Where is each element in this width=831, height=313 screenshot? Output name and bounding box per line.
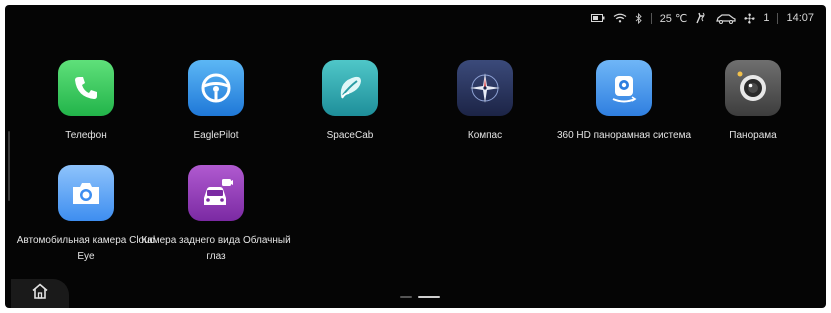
- scroll-indicator[interactable]: [8, 131, 10, 201]
- app-panorama[interactable]: Панорама: [678, 60, 826, 144]
- fan-level-text: 1: [763, 12, 770, 24]
- battery-icon: [590, 13, 605, 23]
- page-indicator[interactable]: [400, 296, 440, 298]
- steering-wheel-icon: [188, 60, 244, 116]
- compass-icon: [457, 60, 513, 116]
- phone-icon: [58, 60, 114, 116]
- app-label: 360 HD панорамная система: [556, 130, 692, 141]
- app-cloud-eye[interactable]: Автомобильная камера Cloud Eye: [11, 165, 161, 265]
- seat-heat-icon[interactable]: [695, 12, 708, 24]
- rear-camera-icon: [188, 165, 244, 221]
- spacecab-icon: [322, 60, 378, 116]
- car-icon[interactable]: [716, 13, 736, 24]
- fan-icon[interactable]: [744, 12, 755, 24]
- app-label: Телефон: [65, 130, 107, 141]
- app-compass[interactable]: Компас: [410, 60, 560, 144]
- app-label: SpaceCab: [326, 130, 374, 141]
- app-label: Камера заднего вида Облачный глаз: [141, 235, 291, 262]
- home-button[interactable]: [11, 279, 69, 308]
- home-icon: [31, 282, 49, 305]
- status-bar: 25 ℃ 1 14:07: [590, 9, 814, 27]
- app-label: Компас: [467, 130, 503, 141]
- temperature-text: 25 ℃: [659, 12, 688, 25]
- app-label: Автомобильная камера Cloud Eye: [16, 235, 156, 262]
- bluetooth-icon: [635, 12, 643, 24]
- app-label: Панорама: [729, 130, 777, 141]
- page-dot[interactable]: [400, 296, 412, 298]
- app-360-hd[interactable]: 360 HD панорамная система: [549, 60, 699, 144]
- infotainment-screen: 25 ℃ 1 14:07 Телефон EaglePilot SpaceCab: [5, 5, 826, 308]
- divider: [777, 12, 779, 24]
- app-label: EaglePilot: [193, 130, 239, 141]
- camera-360-icon: [596, 60, 652, 116]
- lens-icon: [725, 60, 781, 116]
- app-spacecab[interactable]: SpaceCab: [275, 60, 425, 144]
- clock-text: 14:07: [786, 12, 814, 24]
- camera-icon: [58, 165, 114, 221]
- app-phone[interactable]: Телефон: [11, 60, 161, 144]
- page-dot-active[interactable]: [418, 296, 440, 298]
- app-rear-camera[interactable]: Камера заднего вида Облачный глаз: [141, 165, 291, 265]
- wifi-icon: [613, 13, 627, 23]
- divider: [650, 12, 652, 24]
- app-eaglepilot[interactable]: EaglePilot: [141, 60, 291, 144]
